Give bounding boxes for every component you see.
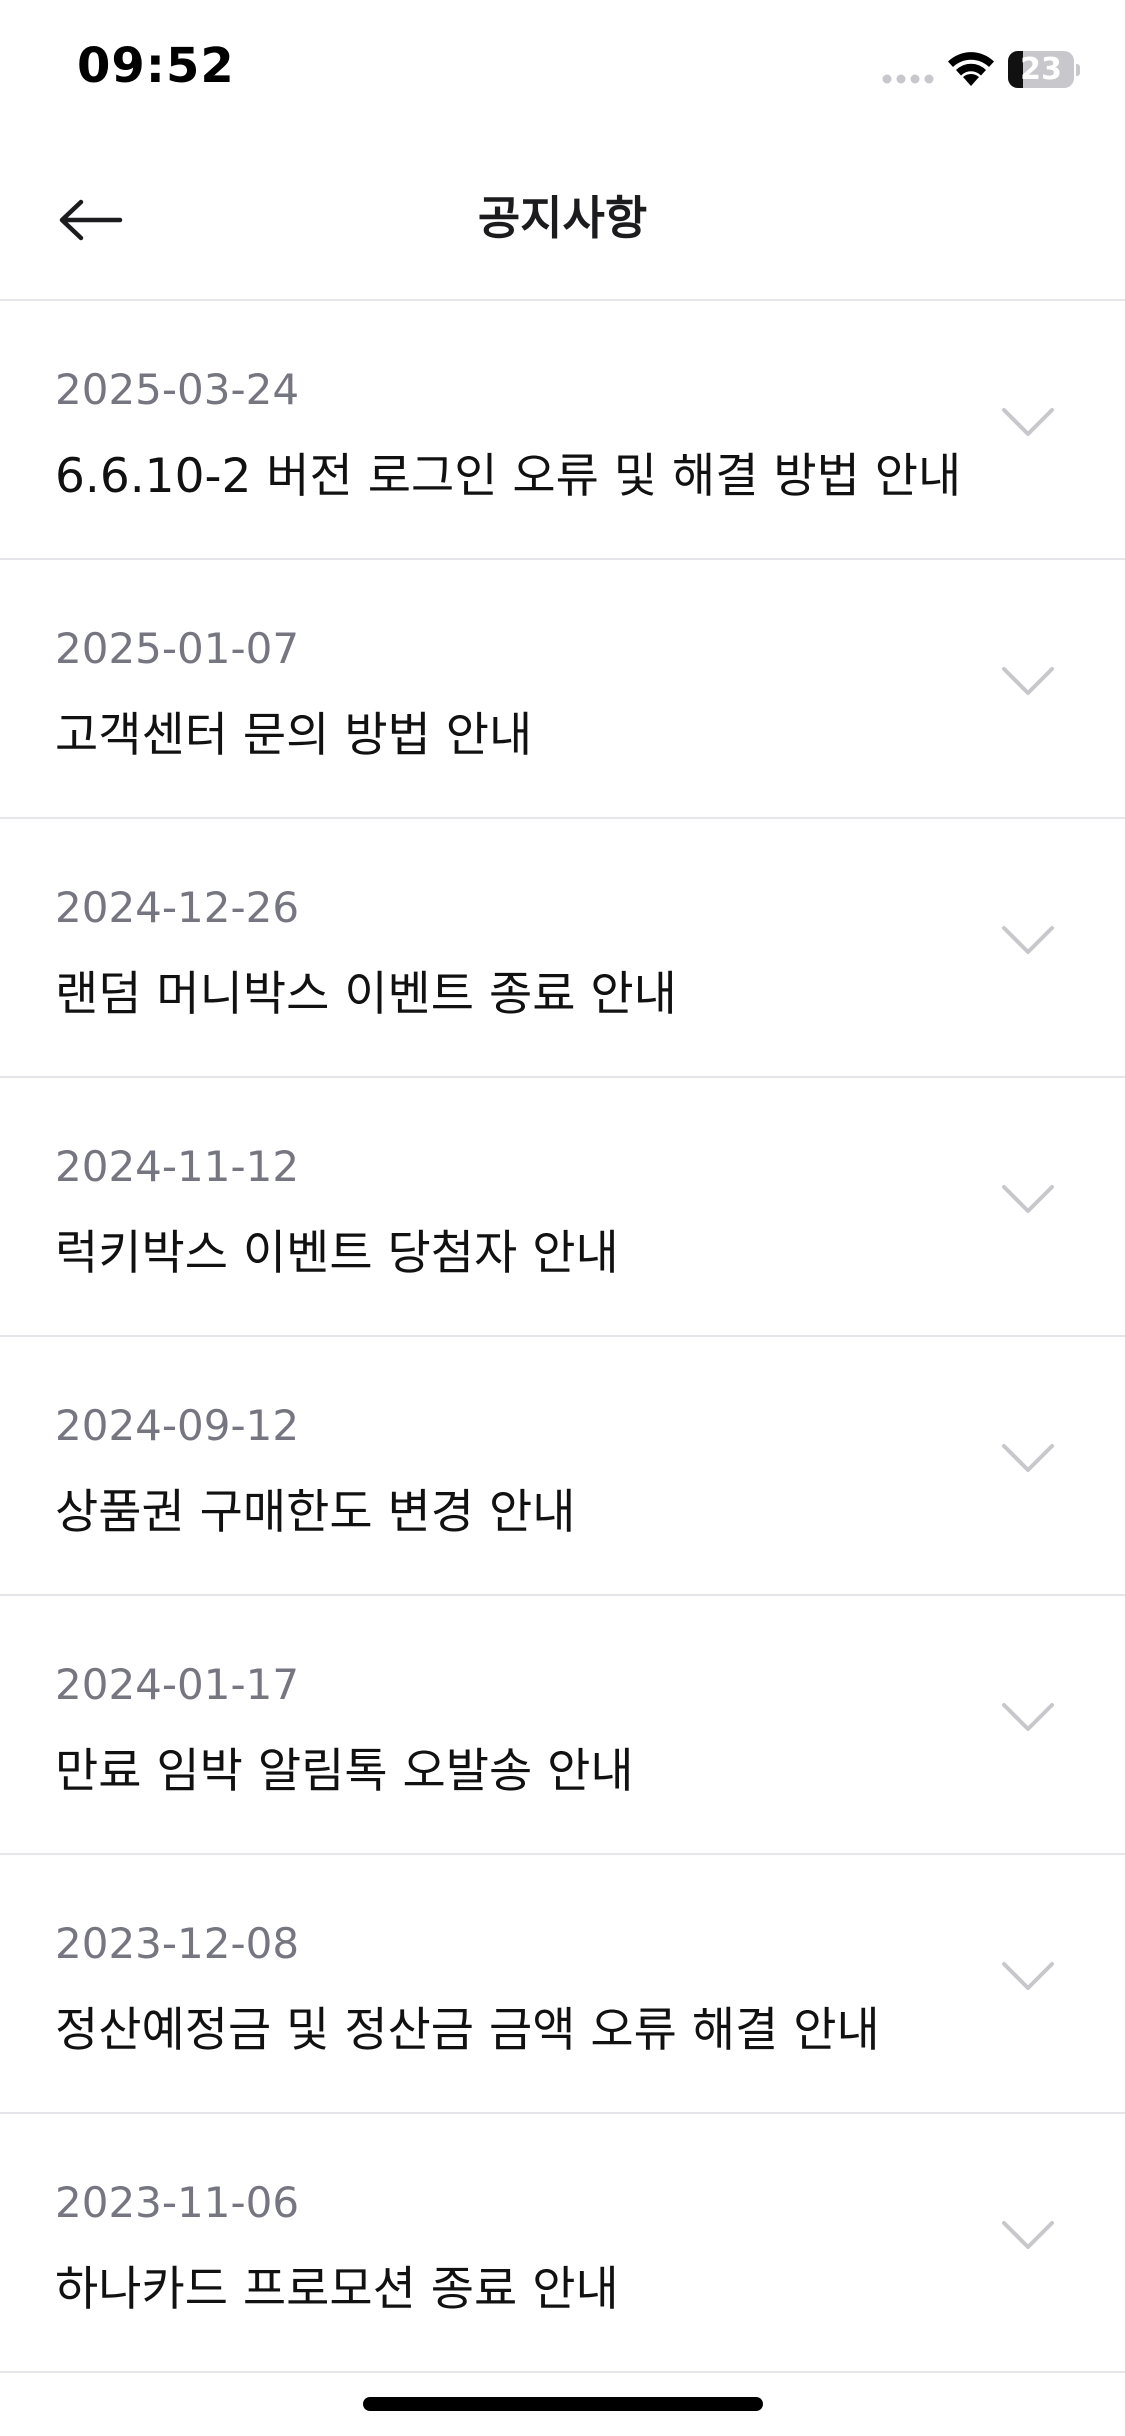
notice-title: 랜덤 머니박스 이벤트 종료 안내 [55,967,677,1022]
nav-header: 공지사항 [0,140,1125,301]
chevron-down-icon[interactable] [1000,1700,1056,1734]
notice-list: 2025-03-24 6.6.10-2 버전 로그인 오류 및 해결 방법 안내… [0,301,1125,2373]
status-bar: 09:52 23 [0,0,1125,140]
notice-title: 상품권 구매한도 변경 안내 [55,1485,576,1540]
chevron-down-icon[interactable] [1000,1182,1056,1216]
wifi-icon [948,52,994,86]
notice-date: 2025-03-24 [55,365,300,414]
notice-date: 2023-12-08 [55,1919,300,1968]
notice-date: 2023-11-06 [55,2178,300,2227]
notice-title: 럭키박스 이벤트 당첨자 안내 [55,1226,619,1281]
notice-title: 고객센터 문의 방법 안내 [55,708,533,763]
notice-title: 하나카드 프로모션 종료 안내 [55,2262,619,2317]
notice-title: 만료 임박 알림톡 오발송 안내 [55,1744,634,1799]
notice-date: 2024-01-17 [55,1660,300,1709]
notice-item[interactable]: 2023-11-06 하나카드 프로모션 종료 안내 [0,2114,1125,2373]
chevron-down-icon[interactable] [1000,405,1056,439]
status-time: 09:52 [77,38,235,94]
chevron-down-icon[interactable] [1000,664,1056,698]
notice-item[interactable]: 2023-12-08 정산예정금 및 정산금 금액 오류 해결 안내 [0,1855,1125,2114]
cellular-signal-icon [882,74,934,84]
battery-level: 23 [1020,52,1062,87]
notice-date: 2024-11-12 [55,1142,300,1191]
notice-title: 6.6.10-2 버전 로그인 오류 및 해결 방법 안내 [55,449,962,504]
chevron-down-icon[interactable] [1000,1959,1056,1993]
page-title: 공지사항 [477,191,648,245]
notice-item[interactable]: 2024-12-26 랜덤 머니박스 이벤트 종료 안내 [0,819,1125,1078]
notice-item[interactable]: 2025-01-07 고객센터 문의 방법 안내 [0,560,1125,819]
battery-indicator: 23 [1008,51,1080,88]
notice-date: 2025-01-07 [55,624,300,673]
notice-item[interactable]: 2024-01-17 만료 임박 알림톡 오발송 안내 [0,1596,1125,1855]
chevron-down-icon[interactable] [1000,2218,1056,2252]
notice-date: 2024-12-26 [55,883,300,932]
chevron-down-icon[interactable] [1000,923,1056,957]
notice-item[interactable]: 2025-03-24 6.6.10-2 버전 로그인 오류 및 해결 방법 안내 [0,301,1125,560]
chevron-down-icon[interactable] [1000,1441,1056,1475]
home-indicator[interactable] [363,2397,763,2411]
notice-item[interactable]: 2024-11-12 럭키박스 이벤트 당첨자 안내 [0,1078,1125,1337]
notice-item[interactable]: 2024-09-12 상품권 구매한도 변경 안내 [0,1337,1125,1596]
notice-date: 2024-09-12 [55,1401,300,1450]
notice-screen: 09:52 23 공지사항 2025-03-24 6.6.10-2 버전 로그인… [0,0,1125,2436]
notice-title: 정산예정금 및 정산금 금액 오류 해결 안내 [55,2003,880,2058]
